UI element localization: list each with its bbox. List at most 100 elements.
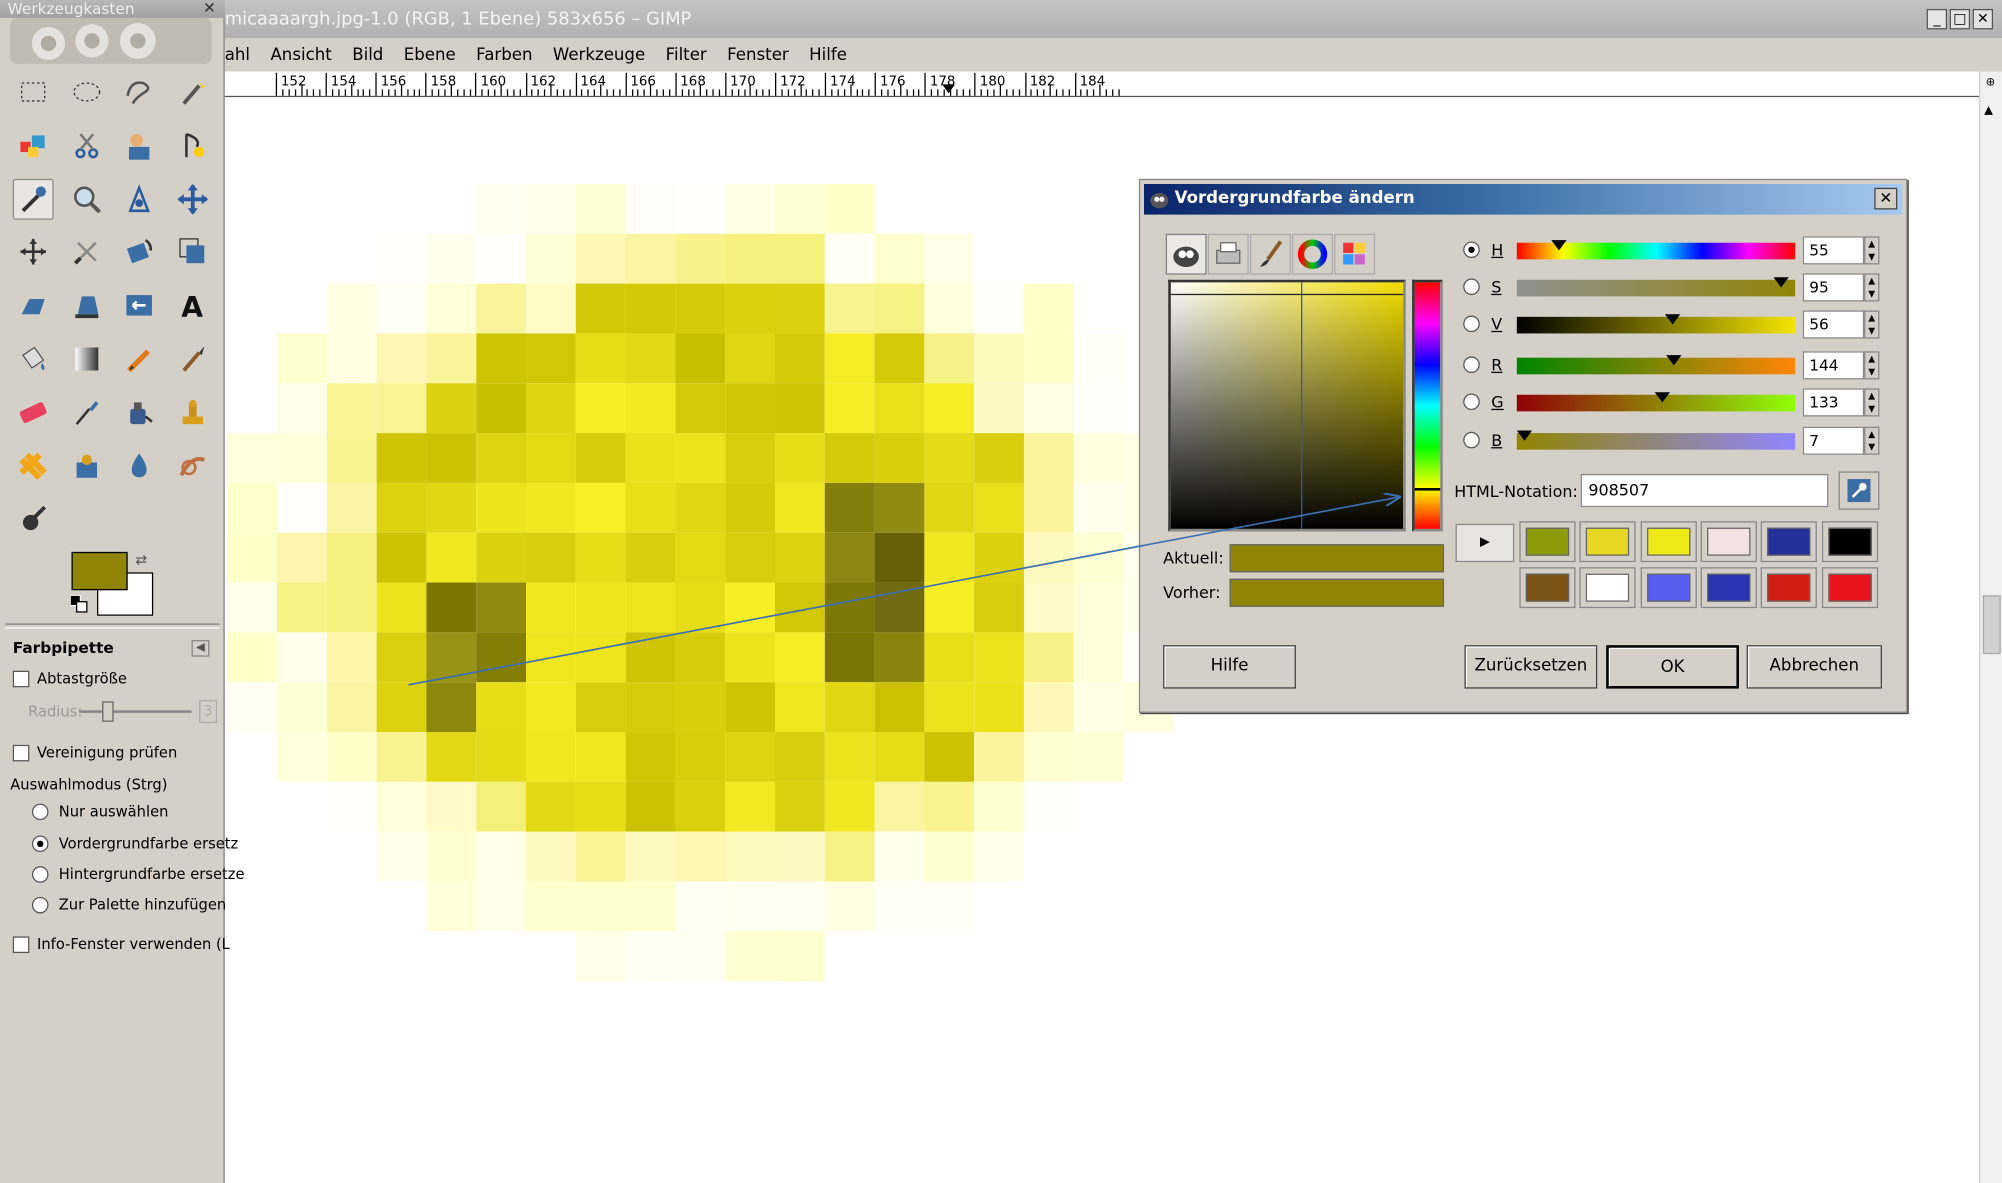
menu-ansicht[interactable]: Ansicht [270,45,331,64]
reset-button[interactable]: Zurücksetzen [1464,645,1598,689]
menu-farben[interactable]: Farben [476,45,532,64]
scroll-up-arrow[interactable]: ▲ [1984,105,1993,118]
channel-value-input[interactable]: 144 [1802,351,1865,380]
close-window-button[interactable]: ✕ [1972,8,1994,30]
mode-radio[interactable] [31,835,49,853]
tool-button[interactable]: A [172,285,213,326]
tool-button[interactable] [12,178,54,220]
channel-radio[interactable] [1463,356,1480,374]
history-color-swatch[interactable] [1760,521,1818,563]
channel-radio[interactable] [1463,278,1480,296]
tool-button[interactable] [13,392,54,433]
minimize-button[interactable]: _ [1926,8,1948,30]
channel-slider[interactable] [1516,430,1796,450]
channel-slider[interactable] [1516,277,1796,297]
mode-replace-fg[interactable]: Vordergrundfarbe ersetz [31,834,238,853]
menu-auswahl[interactable]: ahl [225,45,250,64]
tool-button[interactable] [172,72,213,113]
cancel-button[interactable]: Abbrechen [1746,645,1882,689]
tab-watercolor[interactable] [1249,233,1291,275]
radius-slider-track[interactable] [79,710,192,713]
tool-button[interactable] [66,445,107,486]
scroll-thumb[interactable] [1982,595,2001,655]
tab-cmyk[interactable] [1207,233,1249,275]
channel-radio[interactable] [1463,393,1480,411]
tool-button[interactable] [13,72,54,113]
tool-button[interactable] [66,285,107,326]
slider-knob[interactable] [1666,355,1682,366]
tool-button[interactable] [13,232,54,273]
spin-arrows[interactable]: ▲ ▼ [1864,310,1880,339]
foreground-color-swatch[interactable] [71,551,128,591]
slider-knob[interactable] [1665,314,1681,325]
tool-button[interactable] [13,125,54,166]
menu-werkzeuge[interactable]: Werkzeuge [553,45,645,64]
slider-knob[interactable] [1516,430,1533,441]
vertical-scrollbar[interactable]: ⊕ ▲ [1979,71,2002,1183]
slider-knob[interactable] [1654,392,1670,403]
tool-button[interactable] [172,339,213,380]
info-window-checkbox[interactable] [12,936,30,954]
channel-slider[interactable] [1516,240,1796,260]
sample-size-checkbox[interactable] [12,670,30,688]
sample-merged-checkbox[interactable] [12,744,30,762]
slider-knob[interactable] [1773,277,1789,288]
history-color-swatch[interactable] [1640,567,1697,609]
history-color-swatch[interactable] [1821,567,1878,609]
default-colors-icon[interactable] [69,594,88,613]
tool-button[interactable] [13,499,54,540]
history-color-swatch[interactable] [1640,521,1697,563]
spin-arrows[interactable]: ▲ ▼ [1864,273,1880,302]
history-color-swatch[interactable] [1579,567,1636,609]
tab-palette[interactable] [1334,233,1376,275]
mode-radio[interactable] [31,866,49,883]
channel-value-input[interactable]: 95 [1802,273,1865,302]
horizontal-ruler[interactable]: 152 154 156 158 160 162 164 166 168 170 172 174 176 1… [224,71,1980,98]
tool-button[interactable] [172,125,213,166]
history-color-swatch[interactable] [1519,567,1576,609]
mode-radio[interactable] [31,896,49,914]
history-color-swatch[interactable] [1821,521,1878,563]
history-arrow-button[interactable]: ▶ [1455,523,1515,563]
tool-button[interactable] [13,445,54,486]
tool-button[interactable] [119,125,160,166]
mode-add-palette[interactable]: Zur Palette hinzufügen [31,896,226,914]
help-button[interactable]: Hilfe [1163,645,1296,689]
tool-button[interactable] [66,232,107,273]
tool-button[interactable] [13,285,54,326]
slider-knob[interactable] [1551,240,1567,251]
hue-strip[interactable] [1412,279,1443,532]
channel-slider[interactable] [1516,314,1796,334]
history-color-swatch[interactable] [1700,521,1757,563]
eyedropper-button[interactable] [1838,471,1880,510]
history-color-swatch[interactable] [1519,521,1576,563]
mode-radio[interactable] [31,803,49,821]
channel-radio[interactable] [1463,431,1480,449]
dialog-close-button[interactable]: ✕ [1874,187,1898,210]
mode-replace-bg[interactable]: Hintergrundfarbe ersetze [31,865,245,883]
channel-slider[interactable] [1516,392,1796,412]
channel-value-input[interactable]: 56 [1802,310,1865,339]
tool-button[interactable] [13,339,54,380]
history-color-swatch[interactable] [1700,567,1757,609]
history-color-swatch[interactable] [1760,567,1818,609]
dialog-title-bar[interactable]: Vordergrundfarbe ändern ✕ [1143,183,1903,215]
maximize-button[interactable]: □ [1949,8,1971,30]
spin-arrows[interactable]: ▲ ▼ [1864,236,1880,265]
menu-ebene[interactable]: Ebene [404,45,456,64]
radius-slider-knob[interactable] [102,701,114,722]
menu-filter[interactable]: Filter [666,45,707,64]
history-color-swatch[interactable] [1579,521,1636,563]
mode-pick-only[interactable]: Nur auswählen [31,802,168,821]
channel-value-input[interactable]: 7 [1802,426,1865,455]
channel-value-input[interactable]: 55 [1802,236,1865,265]
tool-button[interactable] [119,178,160,219]
tool-button[interactable] [119,72,160,113]
channel-radio[interactable] [1463,315,1480,333]
sample-merged-option[interactable]: Vereinigung prüfen [12,744,177,762]
spin-arrows[interactable]: ▲ ▼ [1864,351,1880,380]
channel-slider[interactable] [1516,355,1796,375]
saturation-value-field[interactable] [1168,279,1406,532]
tool-button[interactable] [119,339,160,380]
info-window-option[interactable]: Info-Fenster verwenden (L [12,935,230,954]
